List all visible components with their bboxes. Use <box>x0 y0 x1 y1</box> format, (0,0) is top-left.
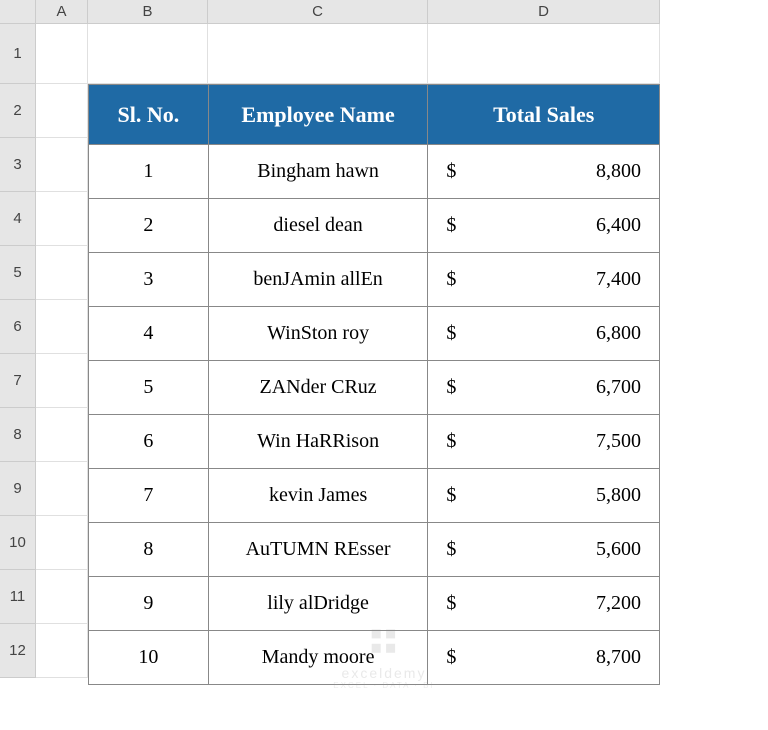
sales-value: 7,200 <box>596 592 641 615</box>
sales-value: 5,800 <box>596 484 641 507</box>
table-row: 5ZANder CRuz$6,700 <box>89 361 660 415</box>
cell-A4[interactable] <box>36 192 88 246</box>
employee-sales-table: Sl. No. Employee Name Total Sales 1Bingh… <box>88 84 660 685</box>
cell-employee-name[interactable]: Bingham hawn <box>208 145 428 199</box>
currency-symbol: $ <box>446 430 456 453</box>
row-header-9[interactable]: 9 <box>0 462 36 516</box>
cell-sl-no[interactable]: 8 <box>89 523 209 577</box>
cell-sl-no[interactable]: 6 <box>89 415 209 469</box>
row-header-1[interactable]: 1 <box>0 24 36 84</box>
header-sl-no[interactable]: Sl. No. <box>89 85 209 145</box>
sales-value: 6,800 <box>596 322 641 345</box>
cell-total-sales[interactable]: $5,800 <box>428 469 660 523</box>
header-employee-name[interactable]: Employee Name <box>208 85 428 145</box>
currency-symbol: $ <box>446 484 456 507</box>
cell-C1[interactable] <box>208 24 428 84</box>
col-header-C[interactable]: C <box>208 0 428 24</box>
currency-symbol: $ <box>446 538 456 561</box>
cell-total-sales[interactable]: $7,500 <box>428 415 660 469</box>
cell-employee-name[interactable]: lily alDridge <box>208 577 428 631</box>
col-header-A[interactable]: A <box>36 0 88 24</box>
cell-total-sales[interactable]: $6,800 <box>428 307 660 361</box>
cell-A11[interactable] <box>36 570 88 624</box>
row-header-12[interactable]: 12 <box>0 624 36 678</box>
cell-sl-no[interactable]: 1 <box>89 145 209 199</box>
cell-sl-no[interactable]: 4 <box>89 307 209 361</box>
table-row: 1Bingham hawn$8,800 <box>89 145 660 199</box>
currency-symbol: $ <box>446 376 456 399</box>
row-header-2[interactable]: 2 <box>0 84 36 138</box>
cell-sl-no[interactable]: 3 <box>89 253 209 307</box>
row-header-8[interactable]: 8 <box>0 408 36 462</box>
sales-value: 5,600 <box>596 538 641 561</box>
row-header-5[interactable]: 5 <box>0 246 36 300</box>
row-header-6[interactable]: 6 <box>0 300 36 354</box>
cell-sl-no[interactable]: 2 <box>89 199 209 253</box>
cell-A5[interactable] <box>36 246 88 300</box>
currency-symbol: $ <box>446 322 456 345</box>
cell-sl-no[interactable]: 5 <box>89 361 209 415</box>
cell-A8[interactable] <box>36 408 88 462</box>
table-row: 6Win HaRRison$7,500 <box>89 415 660 469</box>
table-row: 8AuTUMN REsser$5,600 <box>89 523 660 577</box>
table-header-row: Sl. No. Employee Name Total Sales <box>89 85 660 145</box>
currency-symbol: $ <box>446 592 456 615</box>
cell-total-sales[interactable]: $7,400 <box>428 253 660 307</box>
col-header-D[interactable]: D <box>428 0 660 24</box>
cell-sl-no[interactable]: 7 <box>89 469 209 523</box>
cell-A10[interactable] <box>36 516 88 570</box>
currency-symbol: $ <box>446 214 456 237</box>
cell-employee-name[interactable]: Win HaRRison <box>208 415 428 469</box>
sales-value: 8,800 <box>596 160 641 183</box>
cell-employee-name[interactable]: ZANder CRuz <box>208 361 428 415</box>
cell-total-sales[interactable]: $8,800 <box>428 145 660 199</box>
cell-B1[interactable] <box>88 24 208 84</box>
currency-symbol: $ <box>446 160 456 183</box>
currency-symbol: $ <box>446 646 456 669</box>
cell-A3[interactable] <box>36 138 88 192</box>
row-header-4[interactable]: 4 <box>0 192 36 246</box>
table-row: 10Mandy moore$8,700 <box>89 631 660 685</box>
cell-sl-no[interactable]: 10 <box>89 631 209 685</box>
row-header-11[interactable]: 11 <box>0 570 36 624</box>
cell-total-sales[interactable]: $7,200 <box>428 577 660 631</box>
cell-employee-name[interactable]: diesel dean <box>208 199 428 253</box>
cell-A12[interactable] <box>36 624 88 678</box>
currency-symbol: $ <box>446 268 456 291</box>
cell-A6[interactable] <box>36 300 88 354</box>
cell-employee-name[interactable]: WinSton roy <box>208 307 428 361</box>
sales-value: 7,400 <box>596 268 641 291</box>
cell-total-sales[interactable]: $8,700 <box>428 631 660 685</box>
sales-value: 7,500 <box>596 430 641 453</box>
header-total-sales[interactable]: Total Sales <box>428 85 660 145</box>
cell-total-sales[interactable]: $6,700 <box>428 361 660 415</box>
table-row: 4WinSton roy$6,800 <box>89 307 660 361</box>
row-header-3[interactable]: 3 <box>0 138 36 192</box>
cell-total-sales[interactable]: $6,400 <box>428 199 660 253</box>
cell-total-sales[interactable]: $5,600 <box>428 523 660 577</box>
sales-value: 8,700 <box>596 646 641 669</box>
cell-sl-no[interactable]: 9 <box>89 577 209 631</box>
cell-employee-name[interactable]: Mandy moore <box>208 631 428 685</box>
cell-D1[interactable] <box>428 24 660 84</box>
cell-A2[interactable] <box>36 84 88 138</box>
row-header-7[interactable]: 7 <box>0 354 36 408</box>
cell-employee-name[interactable]: AuTUMN REsser <box>208 523 428 577</box>
cell-A1[interactable] <box>36 24 88 84</box>
table-row: 2diesel dean$6,400 <box>89 199 660 253</box>
sales-value: 6,700 <box>596 376 641 399</box>
cell-employee-name[interactable]: kevin James <box>208 469 428 523</box>
table-row: 3benJAmin allEn$7,400 <box>89 253 660 307</box>
select-all-corner[interactable] <box>0 0 36 24</box>
row-header-10[interactable]: 10 <box>0 516 36 570</box>
table-row: 9lily alDridge$7,200 <box>89 577 660 631</box>
cell-A9[interactable] <box>36 462 88 516</box>
cell-employee-name[interactable]: benJAmin allEn <box>208 253 428 307</box>
table-row: 7kevin James$5,800 <box>89 469 660 523</box>
col-header-B[interactable]: B <box>88 0 208 24</box>
cell-A7[interactable] <box>36 354 88 408</box>
sales-value: 6,400 <box>596 214 641 237</box>
